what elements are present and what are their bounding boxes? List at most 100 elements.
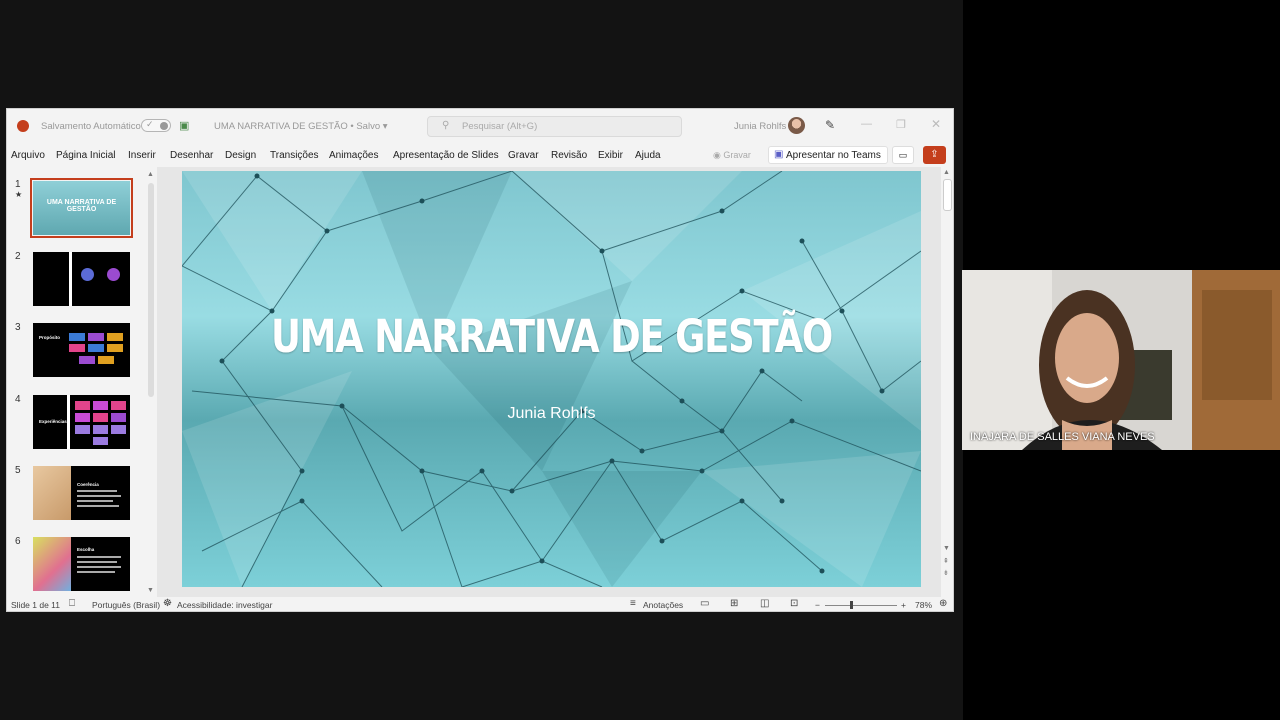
scroll-down-icon[interactable]: ▼ (943, 545, 950, 552)
thumbnail-box (107, 333, 123, 341)
thumbnail-slide-1[interactable]: UMA NARRATIVA DE GESTÃO (30, 178, 133, 238)
powerpoint-logo-icon (17, 120, 29, 132)
zoom-slider-handle[interactable] (850, 601, 853, 609)
comment-icon: ▭ (898, 150, 908, 160)
menu-bar: Arquivo Página Inicial Inserir Desenhar … (7, 145, 953, 167)
menu-exibir[interactable]: Exibir (598, 150, 623, 161)
thumbnail-number: 3 (15, 322, 21, 333)
thumbnail-box (93, 425, 108, 434)
notes-icon[interactable]: ≡ (630, 598, 636, 609)
slide-subtitle[interactable]: Junia Rohlfs (182, 405, 921, 423)
slide-sorter-icon[interactable]: ⊞ (730, 598, 738, 609)
reading-view-icon[interactable]: ◫ (760, 598, 769, 609)
thumbnail-box (107, 344, 123, 352)
language[interactable]: Português (Brasil) (92, 600, 160, 610)
record-icon: ◉ (713, 150, 721, 160)
menu-ajuda[interactable]: Ajuda (635, 150, 661, 161)
accessibility-status[interactable]: Acessibilidade: investigar (177, 600, 272, 610)
thumbnail-text-line (77, 505, 119, 507)
zoom-slider[interactable] (825, 605, 897, 606)
thumbnail-box (75, 425, 90, 434)
slide-count[interactable]: Slide 1 de 11 (11, 600, 60, 610)
thumbnail-circle (81, 268, 94, 281)
menu-pagina-inicial[interactable]: Página Inicial (56, 150, 115, 161)
scroll-up-icon[interactable]: ▲ (943, 169, 950, 176)
save-icon[interactable]: ▣ (179, 119, 189, 132)
thumbnail-photo (33, 537, 71, 591)
search-box[interactable]: ⚲ Pesquisar (Alt+G) (427, 116, 682, 137)
thumbnail-title: Escolha (77, 547, 95, 552)
video-feed (962, 270, 1280, 450)
menu-arquivo[interactable]: Arquivo (11, 150, 45, 161)
spellcheck-icon[interactable]: ⎕ (69, 598, 75, 609)
menu-transicoes[interactable]: Transições (270, 150, 319, 161)
restore-icon[interactable]: ❐ (896, 118, 906, 131)
menu-design[interactable]: Design (225, 150, 256, 161)
slide-title[interactable]: UMA NARRATIVA DE GESTÃO (249, 310, 855, 363)
minimize-icon[interactable]: — (861, 118, 872, 130)
menu-apresentacao[interactable]: Apresentação de Slides (393, 150, 499, 161)
fit-slide-icon[interactable]: ⊕ (939, 598, 947, 609)
scroll-up-icon[interactable]: ▲ (147, 171, 154, 178)
thumbnail-box (93, 413, 108, 422)
record-button[interactable]: ◉ Gravar (713, 150, 751, 161)
slide-scrollbar[interactable]: ▲ ▼ ⇞ ⇟ (941, 167, 953, 587)
current-slide[interactable]: UMA NARRATIVA DE GESTÃO Junia Rohlfs (182, 171, 921, 587)
thumbnail-slide-4[interactable]: Experiências (33, 395, 130, 449)
thumbnail-number: 6 (15, 536, 21, 547)
star-icon: ★ (15, 190, 23, 199)
menu-desenhar[interactable]: Desenhar (170, 150, 213, 161)
search-icon: ⚲ (442, 120, 450, 131)
autosave-toggle[interactable]: ✓ (141, 119, 171, 132)
record-label: Gravar (723, 150, 751, 160)
share-icon: ⇪ (930, 149, 939, 160)
thumbnail-divider (67, 395, 70, 449)
thumbnail-box (75, 401, 90, 410)
thumbnail-scrollbar[interactable]: ▲ ▼ (147, 171, 155, 597)
scrollbar-thumb[interactable] (943, 179, 952, 211)
scrollbar-thumb[interactable] (148, 183, 154, 397)
thumbnail-text-line (77, 500, 113, 502)
thumbnail-slide-6[interactable]: Escolha (33, 537, 130, 591)
network-background (182, 171, 921, 587)
previous-slide-icon[interactable]: ⇞ (943, 557, 949, 565)
comments-button[interactable]: ▭ (892, 146, 914, 164)
normal-view-icon[interactable]: ▭ (700, 598, 709, 609)
next-slide-icon[interactable]: ⇟ (943, 569, 949, 577)
thumbnail-text-line (77, 566, 121, 568)
thumbnail-slide-2[interactable] (33, 252, 130, 306)
thumbnail-slide-3[interactable]: Propósito (33, 323, 130, 377)
thumbnail-box (79, 356, 95, 364)
teams-icon: ▣ (774, 149, 784, 160)
document-title[interactable]: UMA NARRATIVA DE GESTÃO • Salvo ▾ (214, 121, 388, 132)
scroll-down-icon[interactable]: ▼ (147, 587, 154, 594)
toggle-knob (160, 122, 168, 130)
thumbnail-box (88, 333, 104, 341)
menu-animacoes[interactable]: Animações (329, 150, 378, 161)
notes-button[interactable]: Anotações (643, 600, 683, 610)
thumbnail-box (111, 425, 126, 434)
thumbnail-title: Experiências (39, 419, 67, 424)
zoom-level[interactable]: 78% (915, 600, 932, 610)
thumbnail-title: Coerência (77, 482, 99, 487)
accessibility-icon[interactable]: ☸ (163, 598, 172, 609)
thumbnail-box (111, 413, 126, 422)
user-name[interactable]: Junia Rohlfs (734, 121, 786, 132)
thumbnail-number: 5 (15, 465, 21, 476)
thumbnail-title: Propósito (39, 335, 60, 340)
thumbnail-slide-5[interactable]: Coerência (33, 466, 130, 520)
thumbnail-text-line (77, 561, 117, 563)
zoom-out-icon[interactable]: − (815, 600, 820, 610)
avatar[interactable] (788, 117, 805, 134)
pen-icon[interactable]: ✎ (825, 118, 835, 132)
close-icon[interactable]: ✕ (931, 117, 941, 131)
slideshow-icon[interactable]: ⊡ (790, 598, 798, 609)
thumbnail-circle (107, 268, 120, 281)
present-in-teams-button[interactable]: ▣ Apresentar no Teams (768, 146, 888, 164)
menu-gravar[interactable]: Gravar (508, 150, 539, 161)
zoom-in-icon[interactable]: + (901, 600, 906, 610)
menu-revisao[interactable]: Revisão (551, 150, 587, 161)
menu-inserir[interactable]: Inserir (128, 150, 156, 161)
share-button[interactable]: ⇪ (923, 146, 946, 164)
thumbnail-box (111, 401, 126, 410)
